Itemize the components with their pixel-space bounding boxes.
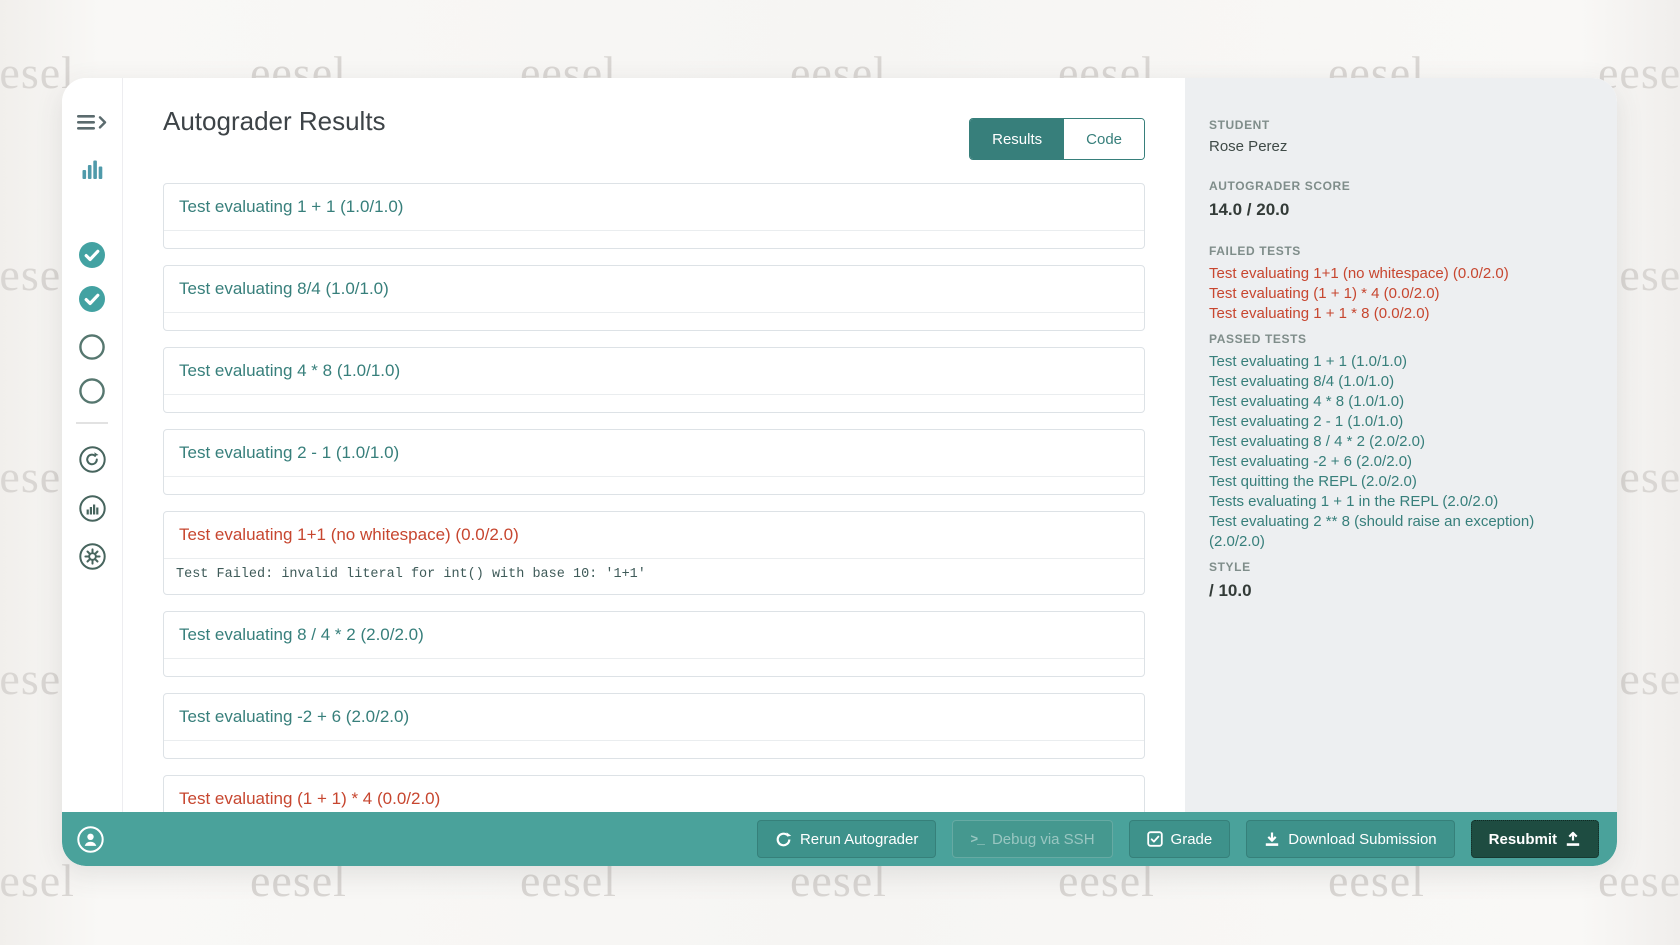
student-name: Rose Perez (1209, 138, 1593, 155)
watermark-text: eesel (1598, 854, 1680, 907)
terminal-icon: >_ (970, 832, 984, 847)
test-body (164, 395, 1144, 412)
menu-expand-icon[interactable] (62, 114, 122, 131)
download-icon (1264, 831, 1280, 847)
passed-tests-label: PASSED TESTS (1209, 332, 1593, 346)
failed-tests-list: Test evaluating 1+1 (no whitespace) (0.0… (1209, 264, 1593, 324)
resubmit-button[interactable]: Resubmit (1471, 820, 1599, 858)
results-panel: Autograder Results Results Code Test eva… (123, 78, 1185, 812)
submission-summary: STUDENT Rose Perez AUTOGRADER SCORE 14.0… (1185, 78, 1617, 812)
test-card[interactable]: Test evaluating 8 / 4 * 2 (2.0/2.0) (163, 611, 1145, 677)
rerun-autograder-button[interactable]: Rerun Autograder (757, 820, 936, 858)
test-body (164, 313, 1144, 330)
test-output: Test Failed: invalid literal for int() w… (176, 567, 1132, 582)
test-card[interactable]: Test evaluating -2 + 6 (2.0/2.0) (163, 693, 1145, 759)
failed-tests-label: FAILED TESTS (1209, 244, 1593, 258)
check-circle-icon[interactable] (62, 286, 122, 312)
debug-ssh-button[interactable]: >_ Debug via SSH (952, 820, 1112, 858)
test-card[interactable]: Test evaluating (1 + 1) * 4 (0.0/2.0) Te… (163, 775, 1145, 812)
student-label: STUDENT (1209, 118, 1593, 132)
failed-test-link[interactable]: Test evaluating 1 + 1 * 8 (0.0/2.0) (1209, 304, 1593, 324)
test-title: Test evaluating (1 + 1) * 4 (0.0/2.0) (164, 776, 1144, 812)
resubmit-label: Resubmit (1489, 831, 1557, 848)
score-value: 14.0 / 20.0 (1209, 200, 1593, 220)
circle-outline-icon[interactable] (62, 378, 122, 404)
grade-button[interactable]: Grade (1129, 820, 1231, 858)
failed-test-link[interactable]: Test evaluating 1+1 (no whitespace) (0.0… (1209, 264, 1593, 284)
checkbox-icon (1147, 831, 1163, 847)
bar-chart-icon[interactable] (62, 158, 122, 179)
passed-test-link[interactable]: Test evaluating 8/4 (1.0/1.0) (1209, 372, 1593, 392)
test-title: Test evaluating 4 * 8 (1.0/1.0) (164, 348, 1144, 395)
grade-label: Grade (1171, 831, 1213, 848)
passed-test-link[interactable]: Test evaluating -2 + 6 (2.0/2.0) (1209, 452, 1593, 472)
tab-results[interactable]: Results (970, 119, 1064, 159)
test-card[interactable]: Test evaluating 4 * 8 (1.0/1.0) (163, 347, 1145, 413)
tab-code[interactable]: Code (1064, 119, 1144, 159)
passed-test-link[interactable]: Test evaluating 2 - 1 (1.0/1.0) (1209, 412, 1593, 432)
icon-rail (62, 78, 123, 812)
passed-test-link[interactable]: Test evaluating 2 ** 8 (should raise an … (1209, 512, 1593, 552)
passed-tests-list: Test evaluating 1 + 1 (1.0/1.0)Test eval… (1209, 352, 1593, 552)
chart-circle-icon[interactable] (62, 495, 122, 522)
test-card[interactable]: Test evaluating 8/4 (1.0/1.0) (163, 265, 1145, 331)
autograder-window: Autograder Results Results Code Test eva… (62, 78, 1617, 866)
passed-test-link[interactable]: Test quitting the REPL (2.0/2.0) (1209, 472, 1593, 492)
passed-test-link[interactable]: Test evaluating 4 * 8 (1.0/1.0) (1209, 392, 1593, 412)
style-label: STYLE (1209, 560, 1593, 574)
test-body (164, 477, 1144, 494)
gear-circle-icon[interactable] (62, 543, 122, 570)
test-body (164, 659, 1144, 676)
test-title: Test evaluating 8/4 (1.0/1.0) (164, 266, 1144, 313)
download-submission-label: Download Submission (1288, 831, 1436, 848)
passed-test-link[interactable]: Test evaluating 8 / 4 * 2 (2.0/2.0) (1209, 432, 1593, 452)
test-body (164, 741, 1144, 758)
passed-test-link[interactable]: Tests evaluating 1 + 1 in the REPL (2.0/… (1209, 492, 1593, 512)
passed-test-link[interactable]: Test evaluating 1 + 1 (1.0/1.0) (1209, 352, 1593, 372)
score-label: AUTOGRADER SCORE (1209, 179, 1593, 193)
redo-circle-icon[interactable] (62, 446, 122, 473)
test-title: Test evaluating 8 / 4 * 2 (2.0/2.0) (164, 612, 1144, 659)
style-value: / 10.0 (1209, 581, 1593, 601)
action-bar: Rerun Autograder >_ Debug via SSH Grade … (62, 812, 1617, 866)
test-title: Test evaluating -2 + 6 (2.0/2.0) (164, 694, 1144, 741)
refresh-icon (775, 831, 792, 848)
test-title: Test evaluating 2 - 1 (1.0/1.0) (164, 430, 1144, 477)
upload-icon (1565, 831, 1581, 847)
check-circle-icon[interactable] (62, 242, 122, 268)
test-card[interactable]: Test evaluating 1 + 1 (1.0/1.0) (163, 183, 1145, 249)
page-title: Autograder Results (163, 106, 386, 137)
person-circle-icon[interactable] (77, 826, 104, 853)
results-code-toggle: Results Code (969, 118, 1145, 160)
circle-outline-icon[interactable] (62, 334, 122, 360)
rerun-autograder-label: Rerun Autograder (800, 831, 918, 848)
test-title: Test evaluating 1+1 (no whitespace) (0.0… (164, 512, 1144, 559)
test-title: Test evaluating 1 + 1 (1.0/1.0) (164, 184, 1144, 231)
watermark-text: eesel (0, 854, 75, 907)
rail-divider (76, 422, 108, 424)
test-results-list: Test evaluating 1 + 1 (1.0/1.0) Test eva… (163, 183, 1145, 812)
failed-test-link[interactable]: Test evaluating (1 + 1) * 4 (0.0/2.0) (1209, 284, 1593, 304)
test-card[interactable]: Test evaluating 1+1 (no whitespace) (0.0… (163, 511, 1145, 595)
download-submission-button[interactable]: Download Submission (1246, 820, 1454, 858)
test-body: Test Failed: invalid literal for int() w… (164, 559, 1144, 594)
debug-ssh-label: Debug via SSH (992, 831, 1095, 848)
test-card[interactable]: Test evaluating 2 - 1 (1.0/1.0) (163, 429, 1145, 495)
test-body (164, 231, 1144, 248)
